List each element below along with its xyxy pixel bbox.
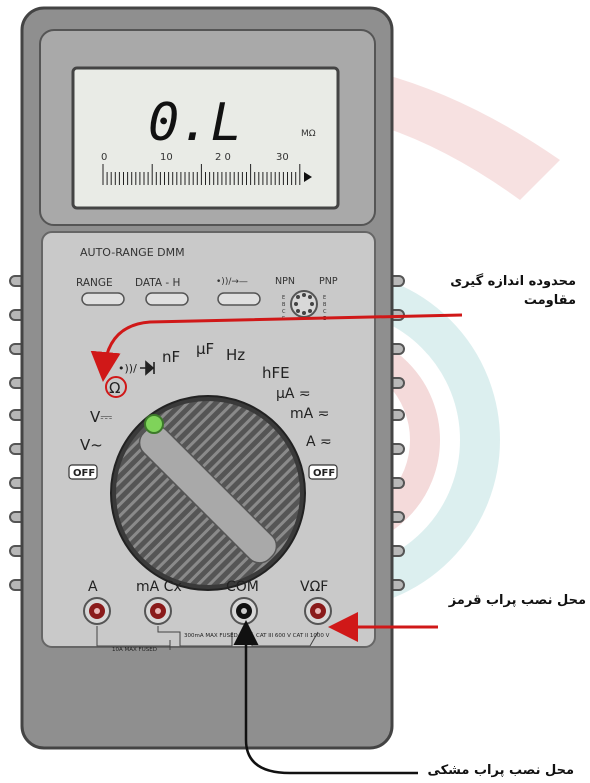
resistance-range-annotation: محدوده اندازه گیری مقاومت [450, 274, 576, 308]
jack-vohmf-label: VΩF [300, 579, 328, 595]
brand-label: AUTO-RANGE DMM [80, 246, 185, 259]
scale-tick-0: 0 [101, 152, 107, 163]
dial-ua-label: µA ≂ [276, 386, 311, 402]
scale-tick-10: 10 [160, 152, 173, 163]
dial-ma-label: mA ≂ [290, 406, 329, 422]
red-probe-annotation: محل نصب پراب قرمز [448, 593, 586, 608]
fuse-note-cat: CAT III 600 V CAT II 1000 V [256, 633, 330, 639]
button-data-h-label: DATA - H [135, 277, 180, 289]
dial-hfe-label: hFE [262, 364, 290, 382]
jack-a-label: A [88, 579, 98, 595]
jack-ma-cx[interactable] [144, 597, 172, 625]
jack-com-label: COM [226, 579, 259, 595]
socket-letter-r1: E [323, 295, 326, 301]
data-hold-button[interactable] [145, 292, 189, 306]
off-label-left: OFF [73, 468, 95, 479]
dial-nf-label: nF [162, 348, 180, 366]
dial-hz-label: Hz [226, 346, 245, 364]
black-probe-annotation: محل نصب پراب مشکی [427, 763, 574, 778]
fuse-note-300ma: 300mA MAX FUSED [184, 633, 238, 639]
scale-tick-20: 2 0 [215, 152, 231, 163]
range-button[interactable] [81, 292, 125, 306]
multimeter-diagram: 0.L MΩ 0 10 2 0 30 AUTO-RANGE DMM RANGE … [9, 6, 560, 775]
scale-tick-30: 30 [276, 152, 289, 163]
npn-label: NPN [275, 276, 295, 287]
jack-a[interactable] [83, 597, 111, 625]
pnp-label: PNP [319, 276, 338, 287]
jack-com[interactable] [230, 597, 258, 625]
socket-letter-l2: B [282, 302, 286, 308]
dial-uf-label: µF [196, 340, 214, 358]
jack-v-ohm-f[interactable] [304, 597, 332, 625]
socket-letter-r2: B [323, 302, 327, 308]
socket-letter-l1: E [282, 295, 285, 301]
dial-ohm-label: Ω [109, 379, 120, 397]
lcd-unit: MΩ [301, 129, 316, 139]
dial-a-label: A ≂ [306, 434, 332, 450]
dial-vac-label: V~ [80, 436, 103, 454]
lcd-reading: 0.L [148, 93, 242, 153]
fuse-note-10a: 10A MAX FUSED [112, 647, 157, 653]
socket-letter-r3: C [323, 309, 327, 315]
jack-macx-label: mA Cx [136, 579, 182, 595]
continuity-button[interactable] [217, 292, 261, 306]
button-continuity-label: •))/→— [216, 277, 248, 287]
dial-continuity-label: •))/ [118, 362, 137, 375]
off-label-right: OFF [313, 468, 335, 479]
socket-letter-l3: C [282, 309, 286, 315]
dial-indicator-led [144, 414, 164, 434]
dial-vdc-label: V⎓ [90, 408, 112, 426]
button-range-label: RANGE [76, 277, 113, 289]
